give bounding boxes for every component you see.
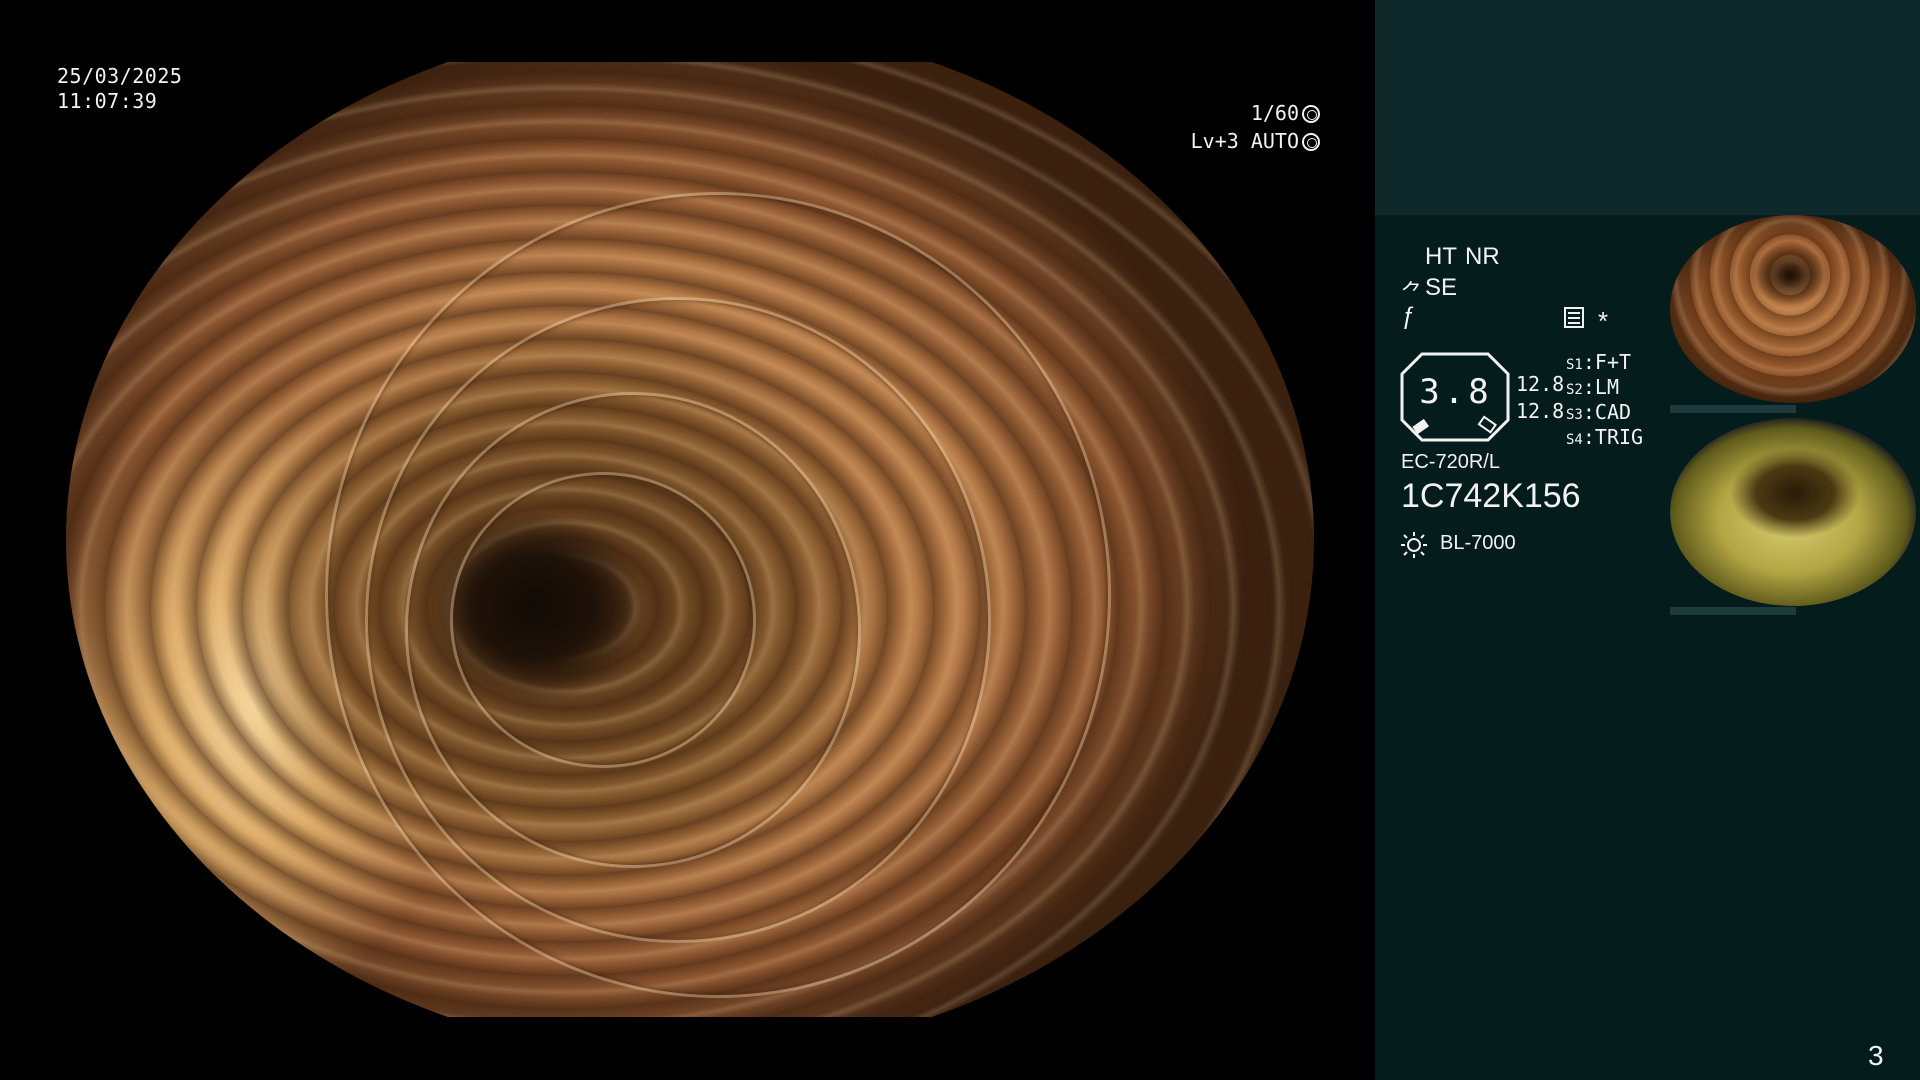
slot-value: LM <box>1594 375 1619 399</box>
slot-key: S2 <box>1566 382 1583 398</box>
light-source-icon <box>1401 532 1427 558</box>
slot-value: CAD <box>1594 400 1632 424</box>
switch-slot-2: S2:LM <box>1566 375 1619 399</box>
scope-model: EC-720R/L <box>1401 451 1500 473</box>
freeze-icon: ƒ <box>1402 303 1416 330</box>
zoom-value: 3.8 <box>1419 372 1493 412</box>
slot-key: S1 <box>1566 357 1583 373</box>
panel-header <box>1375 0 1920 215</box>
captured-image-thumbnail-2[interactable] <box>1670 418 1916 606</box>
thumbnail-bar <box>1670 607 1796 615</box>
thumbnail-bar <box>1670 405 1796 413</box>
value-a: 12.8 <box>1516 372 1565 396</box>
scope-serial: 1C742K156 <box>1401 477 1581 515</box>
menu-list-icon <box>1564 307 1584 328</box>
level-value: Lv+3 AUTO <box>1190 129 1299 153</box>
exam-time: 11:07:39 <box>57 89 158 113</box>
slot-value: TRIG <box>1594 425 1644 449</box>
se-indicator: SE <box>1425 274 1458 301</box>
endoscope-view <box>66 62 1314 1017</box>
page-number: 3 <box>1868 1040 1884 1071</box>
fold-ring <box>450 472 756 768</box>
light-source-label: BL-7000 <box>1440 532 1516 554</box>
star-indicator: * <box>1598 306 1609 336</box>
value-b: 12.8 <box>1516 399 1565 423</box>
aperture-icon <box>1302 105 1320 123</box>
switch-slot-1: S1:F+T <box>1566 350 1632 374</box>
shutter-speed: 1/60 <box>1251 101 1320 125</box>
nr-indicator: NR <box>1465 243 1500 270</box>
shutter-value: 1/60 <box>1250 101 1299 125</box>
switch-slot-4: S4:TRIG <box>1566 425 1644 449</box>
exam-date: 25/03/2025 <box>57 64 183 88</box>
slot-key: S4 <box>1566 432 1583 448</box>
captured-image-thumbnail-1[interactable] <box>1670 215 1916 403</box>
ht-indicator: HT <box>1425 243 1457 270</box>
brightness-level: Lv+3 AUTO <box>1191 129 1320 153</box>
switch-slot-3: S3:CAD <box>1566 400 1632 424</box>
slot-value: F+T <box>1594 350 1632 374</box>
auto-iris-icon <box>1302 133 1320 151</box>
slot-key: S3 <box>1566 407 1583 423</box>
